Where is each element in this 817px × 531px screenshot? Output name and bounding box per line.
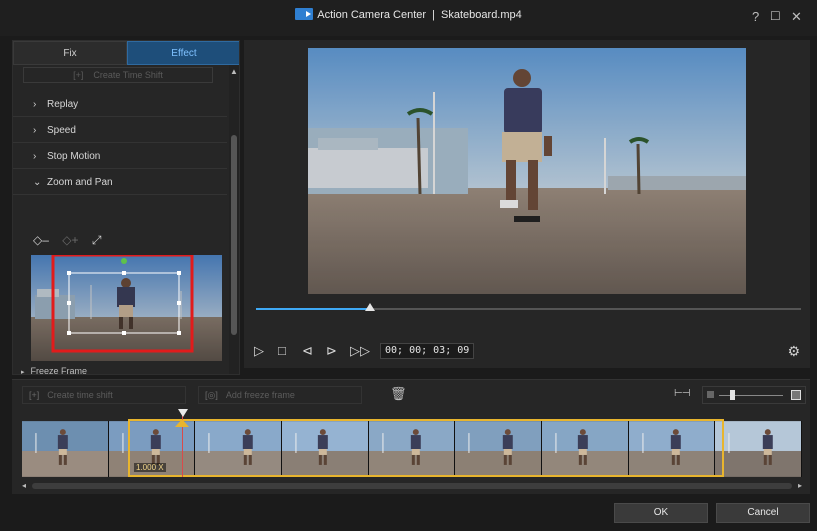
video-frame-image	[308, 48, 746, 294]
panel-tabs: Fix Effect	[13, 41, 239, 65]
timeline-toolbar: [+] Create time shift [◎] Add freeze frame…	[12, 379, 810, 409]
chevron-right-icon: ▸	[21, 369, 25, 375]
effects-panel: Fix Effect [+] Create Time Shift › Replay …	[12, 40, 240, 375]
create-time-shift-ghost-button: [+] Create Time Shift	[23, 67, 213, 83]
zoom-in-icon[interactable]	[791, 390, 801, 400]
section-zoom-and-pan-label: Zoom and Pan	[47, 177, 113, 188]
zoom-pan-preview[interactable]	[31, 255, 222, 361]
scrollbar-thumb[interactable]	[231, 135, 237, 335]
fit-frame-icon[interactable]: ⤢	[92, 233, 102, 248]
stop-icon[interactable]: □	[278, 343, 286, 358]
help-icon[interactable]: ?	[752, 9, 759, 24]
freeze-frame-icon: [◎]	[205, 390, 218, 400]
create-time-shift-ghost-label: Create Time Shift	[93, 70, 163, 80]
timeline-scrollbar-thumb[interactable]	[32, 483, 792, 489]
add-keyframe-icon[interactable]: ◇+	[62, 233, 78, 247]
seek-bar[interactable]	[256, 303, 801, 311]
zoom-pan-thumbnail-image	[31, 255, 222, 361]
zoom-handle[interactable]	[729, 390, 735, 400]
zoom-out-icon[interactable]	[707, 391, 714, 398]
play-icon[interactable]: ▷	[254, 343, 264, 359]
chevron-down-icon: ⌄	[33, 177, 42, 188]
fast-forward-icon[interactable]: ▷▷	[350, 343, 370, 359]
section-zoom-and-pan[interactable]: ⌄ Zoom and Pan	[13, 170, 227, 195]
section-stop-motion[interactable]: › Stop Motion	[13, 144, 227, 169]
add-freeze-frame-button[interactable]: [◎] Add freeze frame	[198, 386, 362, 404]
zoom-pan-selection[interactable]	[128, 419, 724, 477]
chevron-right-icon: ›	[33, 151, 37, 162]
preview-area: ▷ □ ⊲ ⊳ ▷▷ 00; 00; 03; 09 ⚙	[244, 40, 810, 368]
seek-bar-progress	[256, 308, 371, 310]
scroll-left-icon[interactable]: ◂	[22, 481, 26, 490]
create-time-shift-button[interactable]: [+] Create time shift	[22, 386, 186, 404]
file-name: Skateboard.mp4	[441, 9, 522, 21]
scroll-up-icon[interactable]: ▲	[230, 67, 238, 76]
timecode-display[interactable]: 00; 00; 03; 09	[380, 343, 475, 359]
cancel-button[interactable]: Cancel	[716, 503, 810, 523]
zoom-track	[719, 395, 783, 396]
video-preview[interactable]	[308, 48, 746, 294]
chevron-right-icon: ›	[33, 99, 37, 110]
app-logo-icon	[295, 8, 314, 20]
trash-icon[interactable]: 🗑	[390, 386, 407, 402]
timeline-scrollbar[interactable]: ◂ ▸	[22, 481, 802, 491]
section-stop-motion-label: Stop Motion	[47, 151, 101, 162]
section-speed-label: Speed	[47, 125, 76, 136]
previous-frame-icon[interactable]: ⊲	[302, 343, 313, 359]
close-icon[interactable]: ✕	[791, 9, 802, 25]
timeline-frame	[715, 421, 802, 477]
ok-button[interactable]: OK	[614, 503, 708, 523]
timeline: 1.000 X ◂ ▸	[12, 409, 810, 494]
panel-scrollbar[interactable]: ▲	[229, 65, 239, 374]
title-bar: Action Camera Center | Skateboard.mp4 ? …	[0, 0, 817, 36]
gear-icon[interactable]: ⚙	[787, 343, 800, 360]
timeline-frame	[22, 421, 109, 477]
section-replay-label: Replay	[47, 99, 79, 110]
create-time-shift-label: Create time shift	[47, 390, 113, 400]
add-freeze-frame-label: Add freeze frame	[225, 390, 295, 400]
next-frame-icon[interactable]: ⊳	[326, 343, 337, 359]
fit-timeline-icon[interactable]: ⊢⊣	[674, 388, 690, 399]
speed-label: 1.000 X	[134, 463, 166, 472]
section-freeze-frame[interactable]: ▸ Freeze Frame	[13, 361, 227, 375]
playback-controls: ▷ □ ⊲ ⊳ ▷▷ 00; 00; 03; 09 ⚙	[244, 340, 810, 364]
title-separator: |	[432, 9, 435, 21]
time-shift-ghost-icon: [+]	[73, 70, 84, 80]
timeline-zoom-slider[interactable]	[702, 386, 806, 404]
seek-handle[interactable]	[365, 303, 376, 311]
freeze-frame-label: Freeze Frame	[30, 366, 88, 375]
chevron-right-icon: ›	[33, 125, 37, 136]
section-replay[interactable]: › Replay	[13, 92, 227, 117]
section-speed[interactable]: › Speed	[13, 118, 227, 143]
tab-fix[interactable]: Fix	[13, 41, 127, 65]
playhead-handle[interactable]	[178, 409, 188, 417]
maximize-icon[interactable]: ☐	[770, 9, 781, 23]
zoom-pan-tools: ◇– ◇+ ⤢	[33, 233, 111, 248]
app-name: Action Camera Center	[317, 9, 427, 21]
tab-effect[interactable]: Effect	[127, 41, 239, 65]
time-shift-icon: [+]	[29, 390, 40, 400]
scroll-right-icon[interactable]: ▸	[798, 481, 802, 490]
window-title: Action Camera Center | Skateboard.mp4	[0, 8, 817, 21]
effects-list: [+] Create Time Shift › Replay › Speed › Sto…	[13, 65, 227, 375]
remove-keyframe-icon[interactable]: ◇–	[33, 233, 49, 247]
